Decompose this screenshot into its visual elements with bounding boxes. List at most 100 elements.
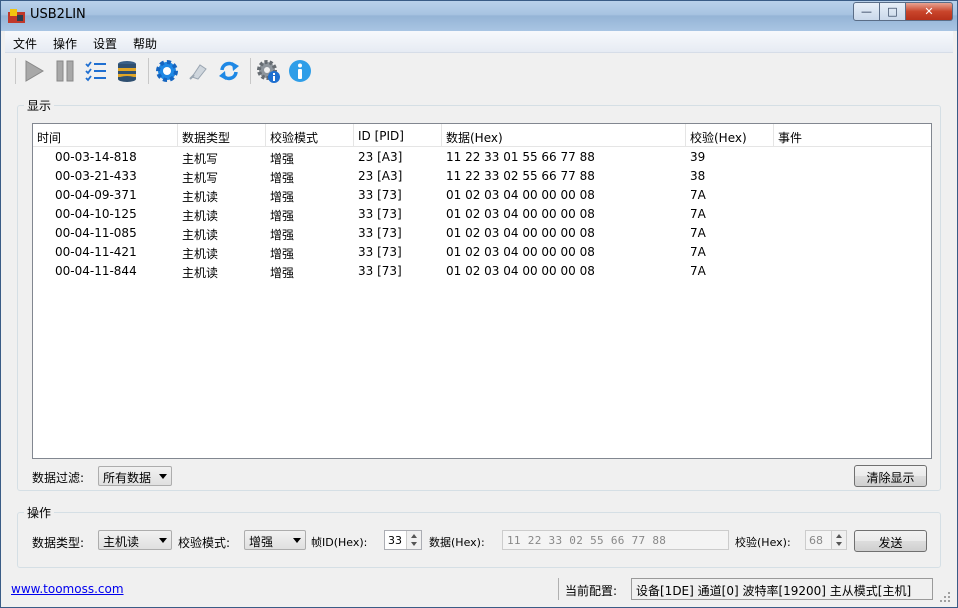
data-hex-label: 数据(Hex): bbox=[429, 536, 485, 549]
send-button[interactable]: 发送 bbox=[854, 530, 927, 552]
close-button[interactable]: ✕ bbox=[906, 2, 953, 21]
cell-event bbox=[774, 147, 931, 166]
database-icon bbox=[118, 61, 136, 82]
message-list[interactable]: 时间 数据类型 校验模式 ID [PID] 数据(Hex) 校验(Hex) 事件… bbox=[32, 123, 932, 459]
cell-data-hex: 01 02 03 04 00 00 00 08 bbox=[446, 226, 595, 240]
cell-checksum: 7A bbox=[690, 264, 706, 278]
cell-event bbox=[774, 261, 931, 280]
frame-id-updown[interactable] bbox=[406, 531, 421, 549]
app-window: USB2LIN — □ ✕ 文件 操作 设置 帮助 显示 时间 数据类型 校验模… bbox=[0, 0, 958, 608]
database-button[interactable] bbox=[113, 57, 141, 85]
table-row[interactable]: 00-04-09-371 主机读 增强 33 [73] 01 02 03 04 … bbox=[33, 185, 931, 204]
col-data-type[interactable]: 数据类型 bbox=[178, 124, 266, 147]
play-icon bbox=[25, 60, 44, 82]
col-time[interactable]: 时间 bbox=[33, 124, 178, 147]
cell-check-mode: 增强 bbox=[270, 209, 295, 223]
list-body: 00-03-14-818 主机写 增强 23 [A3] 11 22 33 01 … bbox=[33, 147, 931, 280]
table-row[interactable]: 00-04-10-125 主机读 增强 33 [73] 01 02 03 04 … bbox=[33, 204, 931, 223]
pin-button[interactable] bbox=[184, 57, 212, 85]
table-row[interactable]: 00-04-11-421 主机读 增强 33 [73] 01 02 03 04 … bbox=[33, 242, 931, 261]
filter-label: 数据过滤: bbox=[32, 471, 85, 485]
config-label: 当前配置: bbox=[565, 584, 618, 598]
checksum-updown[interactable] bbox=[831, 531, 846, 549]
window-title: USB2LIN bbox=[30, 7, 86, 22]
cell-event bbox=[774, 166, 931, 185]
settings-icon bbox=[156, 60, 178, 82]
cell-time: 00-04-09-371 bbox=[55, 188, 137, 202]
table-row[interactable]: 00-03-21-433 主机写 增强 23 [A3] 11 22 33 02 … bbox=[33, 166, 931, 185]
filter-select[interactable]: 所有数据 bbox=[98, 466, 172, 486]
spin-down-icon bbox=[411, 542, 417, 546]
col-data-hex[interactable]: 数据(Hex) bbox=[442, 124, 686, 147]
table-row[interactable]: 00-04-11-085 主机读 增强 33 [73] 01 02 03 04 … bbox=[33, 223, 931, 242]
about-button[interactable] bbox=[286, 57, 314, 85]
col-event[interactable]: 事件 bbox=[774, 124, 931, 147]
cell-event bbox=[774, 223, 931, 242]
operation-group-title: 操作 bbox=[24, 504, 55, 521]
data-type-select[interactable]: 主机读 bbox=[98, 530, 172, 550]
cell-data-hex: 01 02 03 04 00 00 00 08 bbox=[446, 264, 595, 278]
check-mode-select[interactable]: 增强 bbox=[244, 530, 306, 550]
spin-up-icon bbox=[836, 534, 842, 538]
chevron-down-icon bbox=[159, 538, 167, 543]
cell-check-mode: 增强 bbox=[270, 171, 295, 185]
col-id-pid[interactable]: ID [PID] bbox=[354, 124, 442, 147]
cell-data-hex: 01 02 03 04 00 00 00 08 bbox=[446, 207, 595, 221]
data-type-select-value: 主机读 bbox=[103, 535, 140, 549]
frame-id-stepper[interactable]: 33 bbox=[384, 530, 422, 550]
cell-event bbox=[774, 242, 931, 261]
checksum-stepper[interactable]: 68 bbox=[805, 530, 847, 550]
cell-event bbox=[774, 204, 931, 223]
menu-operate[interactable]: 操作 bbox=[45, 31, 85, 52]
toolbar-separator bbox=[148, 58, 149, 84]
cell-data-type: 主机读 bbox=[182, 266, 219, 280]
info-gear-icon bbox=[257, 60, 280, 83]
device-info-button[interactable] bbox=[255, 57, 283, 85]
table-row[interactable]: 00-03-14-818 主机写 增强 23 [A3] 11 22 33 01 … bbox=[33, 147, 931, 166]
cell-data-type: 主机读 bbox=[182, 247, 219, 261]
menu-file[interactable]: 文件 bbox=[5, 31, 45, 52]
config-button[interactable] bbox=[153, 57, 181, 85]
cell-checksum: 7A bbox=[690, 226, 706, 240]
cell-time: 00-03-21-433 bbox=[55, 169, 137, 183]
status-bar: www.toomoss.com 当前配置: 设备[1DE] 通道[0] 波特率[… bbox=[5, 574, 953, 605]
menu-help[interactable]: 帮助 bbox=[125, 31, 165, 52]
start-button[interactable] bbox=[20, 57, 48, 85]
website-link[interactable]: www.toomoss.com bbox=[11, 582, 124, 596]
cell-data-type: 主机读 bbox=[182, 209, 219, 223]
pause-button[interactable] bbox=[51, 57, 79, 85]
cell-time: 00-03-14-818 bbox=[55, 150, 137, 164]
cell-id-pid: 23 [A3] bbox=[358, 150, 403, 164]
resize-grip-icon[interactable] bbox=[939, 591, 951, 603]
minimize-button[interactable]: — bbox=[853, 2, 880, 21]
cell-checksum: 39 bbox=[690, 150, 706, 164]
title-bar[interactable]: USB2LIN — □ ✕ bbox=[1, 1, 957, 31]
display-group-title: 显示 bbox=[24, 97, 55, 114]
col-checksum[interactable]: 校验(Hex) bbox=[686, 124, 774, 147]
toolbar-grip bbox=[15, 58, 16, 84]
checklist-button[interactable] bbox=[82, 57, 110, 85]
clear-display-button[interactable]: 清除显示 bbox=[854, 465, 927, 487]
maximize-button[interactable]: □ bbox=[880, 2, 906, 21]
app-logo-icon bbox=[8, 9, 25, 23]
refresh-button[interactable] bbox=[215, 57, 243, 85]
chevron-down-icon bbox=[159, 474, 167, 479]
cell-check-mode: 增强 bbox=[270, 190, 295, 204]
cell-check-mode: 增强 bbox=[270, 152, 295, 166]
checksum-value: 68 bbox=[809, 534, 823, 547]
data-hex-input[interactable]: 11 22 33 02 55 66 77 88 bbox=[502, 530, 729, 550]
cell-time: 00-04-11-085 bbox=[55, 226, 137, 240]
cell-data-type: 主机写 bbox=[182, 171, 219, 185]
cell-id-pid: 23 [A3] bbox=[358, 169, 403, 183]
cell-checksum: 7A bbox=[690, 245, 706, 259]
cell-checksum: 7A bbox=[690, 188, 706, 202]
cell-checksum: 7A bbox=[690, 207, 706, 221]
cell-check-mode: 增强 bbox=[270, 247, 295, 261]
table-row[interactable]: 00-04-11-844 主机读 增强 33 [73] 01 02 03 04 … bbox=[33, 261, 931, 280]
client-area: 文件 操作 设置 帮助 显示 时间 数据类型 校验模式 ID [PID] 数据(… bbox=[5, 31, 953, 605]
cell-data-hex: 01 02 03 04 00 00 00 08 bbox=[446, 245, 595, 259]
cell-data-hex: 11 22 33 02 55 66 77 88 bbox=[446, 169, 595, 183]
col-check-mode[interactable]: 校验模式 bbox=[266, 124, 354, 147]
cell-data-type: 主机写 bbox=[182, 152, 219, 166]
menu-settings[interactable]: 设置 bbox=[85, 31, 125, 52]
